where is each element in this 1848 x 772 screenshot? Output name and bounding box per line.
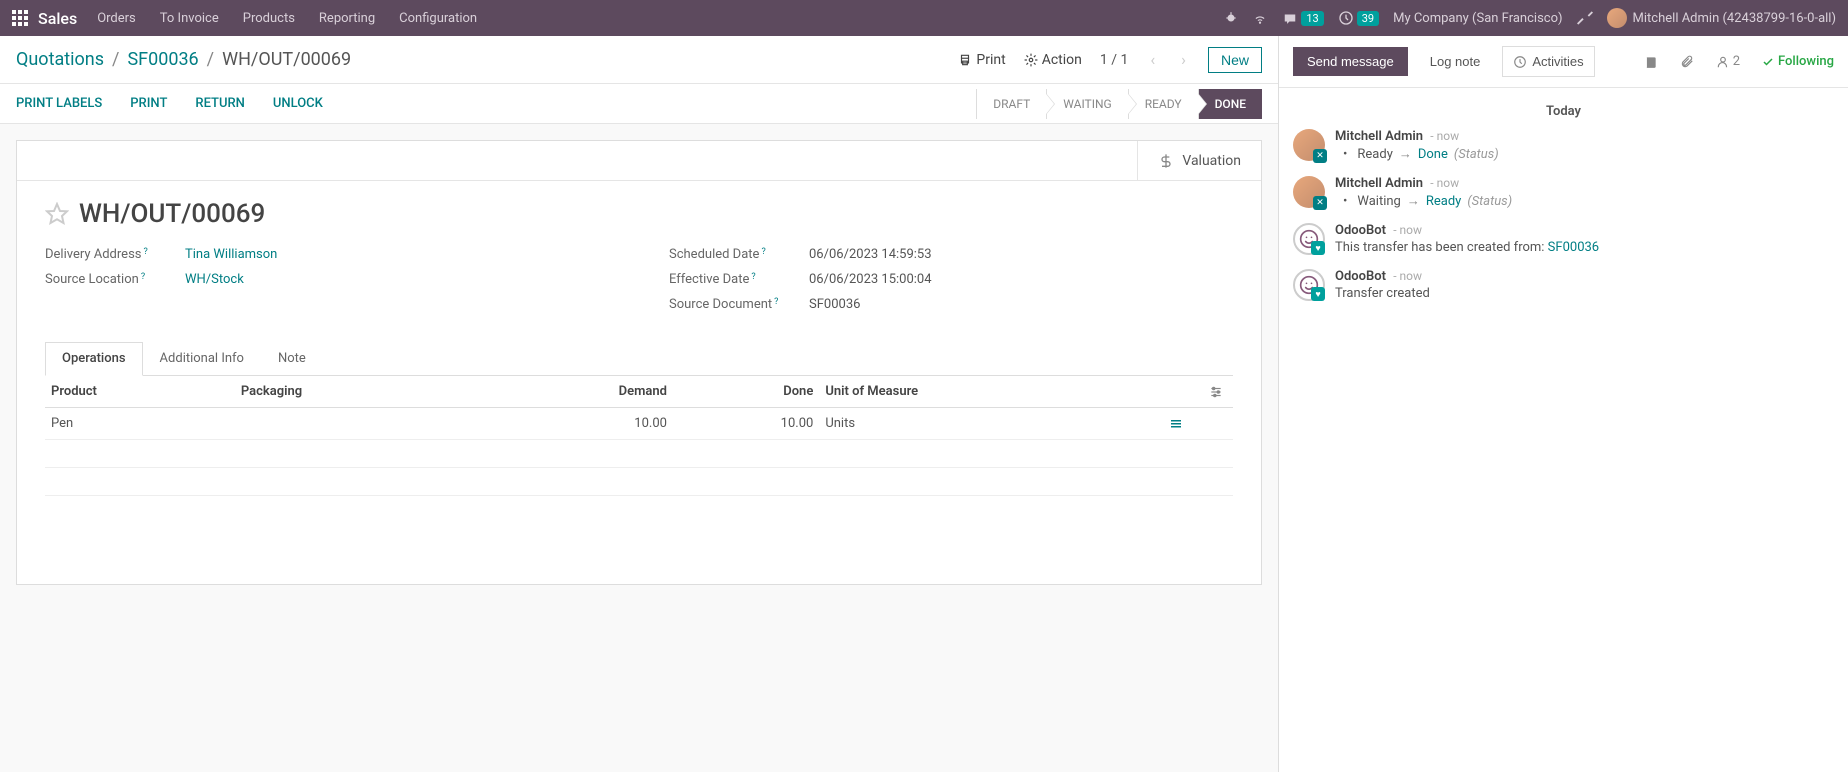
log-note-button[interactable]: Log note bbox=[1420, 47, 1491, 76]
apps-icon[interactable] bbox=[12, 10, 28, 26]
followers-count[interactable]: 2 bbox=[1716, 54, 1740, 69]
send-message-button[interactable]: Send message bbox=[1293, 47, 1408, 76]
nav-products[interactable]: Products bbox=[243, 11, 295, 26]
nav-configuration[interactable]: Configuration bbox=[399, 11, 477, 26]
bot-avatar: ♥ bbox=[1293, 223, 1325, 255]
form-sheet: Valuation WH/OUT/00069 Delivery Address?… bbox=[16, 140, 1262, 585]
status-ready[interactable]: READY bbox=[1128, 89, 1198, 119]
pager: 1 / 1 bbox=[1100, 52, 1128, 68]
effective-date-label: Effective Date? bbox=[669, 272, 809, 287]
msg-author: OdooBot bbox=[1335, 223, 1386, 238]
source-document-value: SF00036 bbox=[809, 297, 860, 312]
nav-to-invoice[interactable]: To Invoice bbox=[160, 11, 219, 26]
tab-additional-info[interactable]: Additional Info bbox=[143, 342, 261, 375]
status-draft[interactable]: DRAFT bbox=[976, 89, 1046, 119]
cell-demand: 10.00 bbox=[475, 408, 673, 440]
table-row[interactable]: Pen 10.00 10.00 Units bbox=[45, 408, 1233, 440]
effective-date-value: 06/06/2023 15:00:04 bbox=[809, 272, 932, 287]
msg-author: Mitchell Admin bbox=[1335, 129, 1423, 144]
avatar: ✕ bbox=[1293, 176, 1325, 208]
breadcrumb-current: WH/OUT/00069 bbox=[222, 49, 351, 70]
activities-button[interactable]: Activities bbox=[1502, 46, 1594, 77]
valuation-button[interactable]: Valuation bbox=[1137, 141, 1261, 180]
operations-table: Product Packaging Demand Done Unit of Me… bbox=[45, 376, 1233, 524]
user-name: Mitchell Admin (42438799-16-0-all) bbox=[1633, 11, 1836, 26]
toolbar: PRINT LABELS PRINT RETURN UNLOCK DRAFT W… bbox=[0, 84, 1278, 124]
scheduled-date-label: Scheduled Date? bbox=[669, 247, 809, 262]
return-button[interactable]: RETURN bbox=[195, 96, 245, 111]
source-location-label: Source Location? bbox=[45, 272, 185, 287]
tabs: Operations Additional Info Note bbox=[45, 342, 1233, 376]
pager-prev[interactable]: ‹ bbox=[1146, 50, 1159, 69]
msg-link[interactable]: SF00036 bbox=[1548, 240, 1599, 255]
messages-icon[interactable]: 13 bbox=[1282, 11, 1323, 26]
book-icon[interactable] bbox=[1644, 55, 1658, 69]
breadcrumb-bar: Quotations / SF00036 / WH/OUT/00069 Prin… bbox=[0, 36, 1278, 84]
tab-note[interactable]: Note bbox=[261, 342, 323, 375]
wifi-icon[interactable] bbox=[1252, 11, 1268, 25]
nav-orders[interactable]: Orders bbox=[97, 11, 136, 26]
form-area: Quotations / SF00036 / WH/OUT/00069 Prin… bbox=[0, 36, 1278, 772]
tab-operations[interactable]: Operations bbox=[45, 342, 143, 376]
bug-icon[interactable] bbox=[1224, 11, 1238, 25]
message: ✕ Mitchell Admin - now Ready → Done (Sta… bbox=[1293, 129, 1834, 162]
col-done: Done bbox=[673, 376, 819, 408]
print-labels-button[interactable]: PRINT LABELS bbox=[16, 96, 102, 111]
bot-avatar: ♥ bbox=[1293, 269, 1325, 301]
msg-author: OdooBot bbox=[1335, 269, 1386, 284]
cell-product: Pen bbox=[45, 408, 235, 440]
message: ♥ OdooBot - now Transfer created bbox=[1293, 269, 1834, 301]
source-location-value[interactable]: WH/Stock bbox=[185, 272, 244, 287]
avatar: ✕ bbox=[1293, 129, 1325, 161]
pager-next[interactable]: › bbox=[1177, 50, 1190, 69]
following-button[interactable]: Following bbox=[1762, 54, 1834, 69]
attachment-icon[interactable] bbox=[1680, 55, 1694, 69]
col-product: Product bbox=[45, 376, 235, 408]
optional-columns-icon[interactable] bbox=[1209, 385, 1227, 399]
tools-icon[interactable] bbox=[1577, 10, 1593, 26]
status-waiting[interactable]: WAITING bbox=[1046, 89, 1127, 119]
clock-badge: 39 bbox=[1357, 11, 1379, 26]
chatter: Send message Log note Activities 2 Follo… bbox=[1278, 36, 1848, 772]
messages-badge: 13 bbox=[1301, 11, 1323, 26]
cell-uom: Units bbox=[819, 408, 1163, 440]
nav-reporting[interactable]: Reporting bbox=[319, 11, 375, 26]
delivery-address-value[interactable]: Tina Williamson bbox=[185, 247, 277, 262]
scheduled-date-value: 06/06/2023 14:59:53 bbox=[809, 247, 932, 262]
cell-done: 10.00 bbox=[673, 408, 819, 440]
cell-packaging bbox=[235, 408, 475, 440]
msg-author: Mitchell Admin bbox=[1335, 176, 1423, 191]
message: ✕ Mitchell Admin - now Waiting → Ready (… bbox=[1293, 176, 1834, 209]
col-uom: Unit of Measure bbox=[819, 376, 1163, 408]
date-separator: Today bbox=[1293, 104, 1834, 119]
breadcrumb-order[interactable]: SF00036 bbox=[127, 49, 198, 70]
message: ♥ OdooBot - now This transfer has been c… bbox=[1293, 223, 1834, 255]
app-name[interactable]: Sales bbox=[38, 9, 77, 28]
print-button[interactable]: Print bbox=[958, 52, 1005, 68]
page-title: WH/OUT/00069 bbox=[79, 199, 265, 229]
company-name[interactable]: My Company (San Francisco) bbox=[1393, 11, 1562, 26]
new-button[interactable]: New bbox=[1208, 47, 1262, 73]
delivery-address-label: Delivery Address? bbox=[45, 247, 185, 262]
status-bar: DRAFT WAITING READY DONE bbox=[976, 89, 1262, 119]
clock-icon[interactable]: 39 bbox=[1338, 10, 1379, 26]
status-done[interactable]: DONE bbox=[1198, 89, 1262, 119]
col-packaging: Packaging bbox=[235, 376, 475, 408]
top-nav: Sales Orders To Invoice Products Reporti… bbox=[0, 0, 1848, 36]
unlock-button[interactable]: UNLOCK bbox=[273, 96, 323, 111]
favorite-star[interactable] bbox=[45, 202, 69, 226]
detail-icon[interactable] bbox=[1169, 418, 1197, 430]
user-avatar bbox=[1607, 8, 1627, 28]
source-document-label: Source Document? bbox=[669, 297, 809, 312]
col-demand: Demand bbox=[475, 376, 673, 408]
action-button[interactable]: Action bbox=[1024, 52, 1082, 68]
breadcrumb-quotations[interactable]: Quotations bbox=[16, 49, 104, 70]
user-menu[interactable]: Mitchell Admin (42438799-16-0-all) bbox=[1607, 8, 1836, 28]
print-link[interactable]: PRINT bbox=[130, 96, 167, 111]
